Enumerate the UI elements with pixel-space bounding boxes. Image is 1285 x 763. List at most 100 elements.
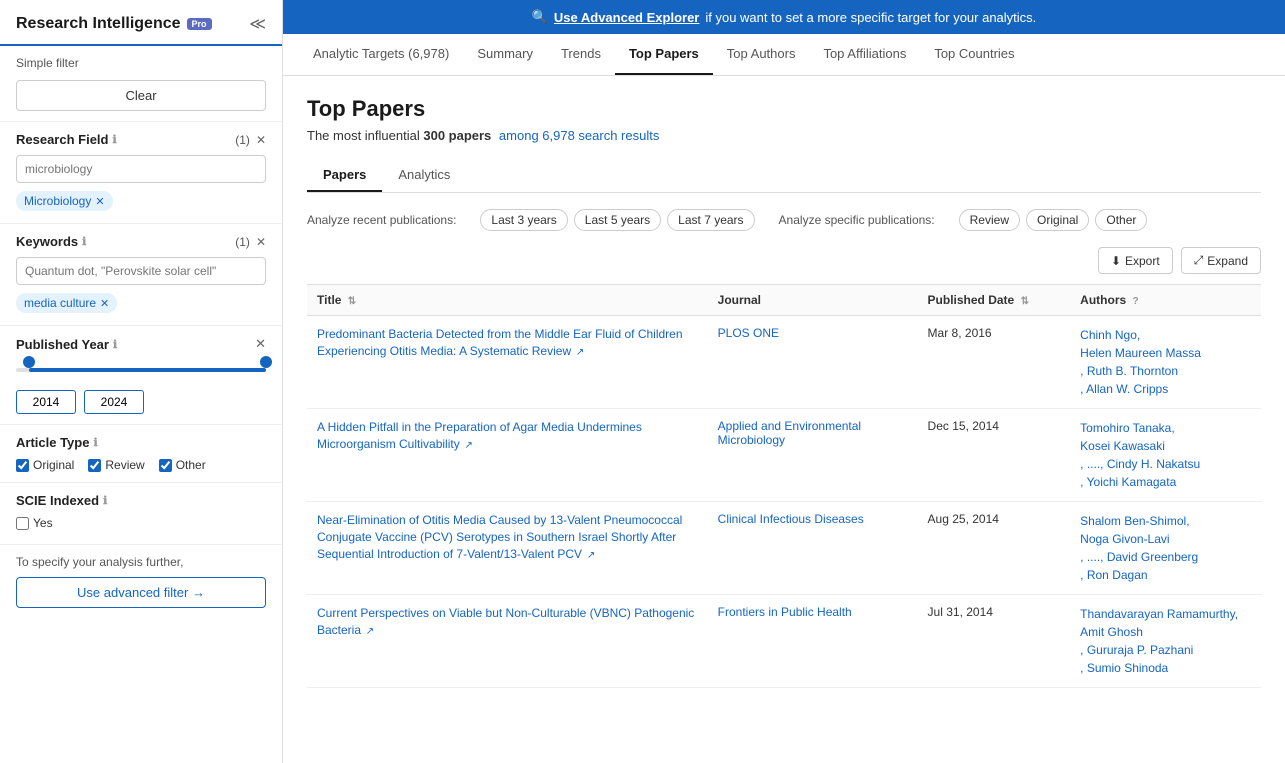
article-type-info-icon[interactable]: ℹ [93, 436, 97, 449]
author-link-1[interactable]: , ...., Cindy H. Nakatsu [1080, 455, 1251, 473]
other-checkbox-label[interactable]: Other [159, 458, 206, 472]
author-link-1[interactable]: Kosei Kawasaki [1080, 437, 1251, 455]
research-field-close-icon[interactable]: ✕ [256, 133, 266, 147]
journal-link-2[interactable]: Clinical Infectious Diseases [718, 512, 864, 526]
keywords-close-icon[interactable]: ✕ [256, 235, 266, 249]
journal-link-1[interactable]: Applied and Environmental Microbiology [718, 419, 861, 447]
tab-top-authors[interactable]: Top Authors [713, 34, 810, 75]
author-link-1[interactable]: Tomohiro Tanaka, [1080, 419, 1251, 437]
author-link-0[interactable]: Chinh Ngo, [1080, 326, 1251, 344]
author-link-2[interactable]: , ...., David Greenberg [1080, 548, 1251, 566]
media-culture-tag[interactable]: media culture ✕ [16, 293, 117, 313]
research-field-info-icon[interactable]: ℹ [113, 133, 117, 146]
clear-button[interactable]: Clear [16, 80, 266, 111]
other-checkbox[interactable] [159, 459, 172, 472]
advanced-hint: To specify your analysis further, [16, 555, 266, 569]
advanced-filter-button[interactable]: Use advanced filter → [16, 577, 266, 608]
scie-indexed-label: SCIE Indexed ℹ [16, 493, 107, 508]
tab-top-countries[interactable]: Top Countries [920, 34, 1028, 75]
research-field-tags: Microbiology ✕ [16, 189, 266, 213]
keywords-tags: media culture ✕ [16, 291, 266, 315]
keywords-count: (1) [235, 235, 250, 249]
paper-title-link-2[interactable]: Near-Elimination of Otitis Media Caused … [317, 513, 682, 561]
range-track [16, 368, 266, 372]
original-checkbox-label[interactable]: Original [16, 458, 74, 472]
pill-last-7-years[interactable]: Last 7 years [667, 209, 754, 231]
review-checkbox-label[interactable]: Review [88, 458, 144, 472]
author-link-3[interactable]: , Gururaja P. Pazhani [1080, 641, 1251, 659]
research-field-label: Research Field ℹ [16, 132, 117, 147]
author-link-2[interactable]: Noga Givon-Lavi [1080, 530, 1251, 548]
title-sort-icon[interactable]: ⇅ [348, 296, 356, 307]
year-min-input[interactable] [16, 390, 76, 414]
pill-last-3-years[interactable]: Last 3 years [480, 209, 567, 231]
sidebar-header: Research Intelligence Pro ≪ [0, 0, 282, 46]
author-link-3[interactable]: Amit Ghosh [1080, 623, 1251, 641]
col-header-date: Published Date ⇅ [918, 285, 1071, 316]
expand-button[interactable]: ⤢ Expand [1181, 247, 1261, 274]
author-link-0[interactable]: Helen Maureen Massa [1080, 344, 1251, 362]
journal-link-0[interactable]: PLOS ONE [718, 326, 779, 340]
subtitle-text: The most influential [307, 128, 420, 143]
tab-trends[interactable]: Trends [547, 34, 615, 75]
tab-analytic-targets[interactable]: Analytic Targets (6,978) [299, 34, 463, 75]
sub-tab-papers[interactable]: Papers [307, 159, 382, 192]
banner-search-icon: 🔍 [532, 9, 548, 25]
pill-other[interactable]: Other [1095, 209, 1147, 231]
range-thumb-right[interactable] [260, 356, 272, 368]
collapse-icon[interactable]: ≪ [249, 14, 266, 34]
year-range-slider[interactable] [16, 360, 266, 380]
date-sort-icon[interactable]: ⇅ [1021, 296, 1029, 307]
tab-summary[interactable]: Summary [463, 34, 547, 75]
table-header-row: Title ⇅ Journal Published Date ⇅ Authors… [307, 285, 1261, 316]
year-max-input[interactable] [84, 390, 144, 414]
sub-tab-analytics[interactable]: Analytics [382, 159, 466, 192]
published-year-info-icon[interactable]: ℹ [113, 338, 117, 351]
scie-indexed-info-icon[interactable]: ℹ [103, 494, 107, 507]
col-header-authors: Authors ? [1070, 285, 1261, 316]
research-field-input[interactable] [16, 155, 266, 183]
range-thumb-left[interactable] [23, 356, 35, 368]
pill-review[interactable]: Review [959, 209, 1020, 231]
range-fill [29, 368, 267, 372]
export-icon: ⬇ [1111, 254, 1121, 268]
export-button[interactable]: ⬇ Export [1098, 247, 1173, 274]
external-link-icon-3: ↗ [363, 626, 374, 637]
original-checkbox[interactable] [16, 459, 29, 472]
journal-link-3[interactable]: Frontiers in Public Health [718, 605, 852, 619]
recent-filter-row: Analyze recent publications: Last 3 year… [307, 209, 1261, 231]
author-link-2[interactable]: Shalom Ben-Shimol, [1080, 512, 1251, 530]
table-row: Near-Elimination of Otitis Media Caused … [307, 502, 1261, 595]
external-link-icon-2: ↗ [584, 550, 595, 561]
author-link-3[interactable]: , Sumio Shinoda [1080, 659, 1251, 677]
media-culture-tag-close[interactable]: ✕ [100, 297, 109, 310]
microbiology-tag-close[interactable]: ✕ [95, 195, 104, 208]
pill-last-5-years[interactable]: Last 5 years [574, 209, 661, 231]
author-link-3[interactable]: Thandavarayan Ramamurthy, [1080, 605, 1251, 623]
keywords-section: Keywords ℹ (1) ✕ media culture ✕ [0, 223, 282, 325]
authors-help-icon[interactable]: ? [1133, 296, 1139, 307]
tab-bar: Analytic Targets (6,978) Summary Trends … [283, 34, 1285, 76]
advanced-explorer-link[interactable]: Use Advanced Explorer [554, 10, 699, 25]
microbiology-tag[interactable]: Microbiology ✕ [16, 191, 113, 211]
recent-pills: Last 3 years Last 5 years Last 7 years [480, 209, 754, 231]
review-checkbox[interactable] [88, 459, 101, 472]
published-year-close-icon[interactable]: ✕ [255, 336, 266, 352]
specific-pills: Review Original Other [959, 209, 1148, 231]
tab-top-papers[interactable]: Top Papers [615, 34, 713, 75]
scie-yes-checkbox[interactable] [16, 517, 29, 530]
subtitle-link[interactable]: among 6,978 search results [499, 128, 659, 143]
tab-top-affiliations[interactable]: Top Affiliations [809, 34, 920, 75]
keywords-info-icon[interactable]: ℹ [82, 235, 86, 248]
article-type-header: Article Type ℹ [16, 435, 266, 450]
author-link-0[interactable]: , Ruth B. Thornton [1080, 362, 1251, 380]
paper-title-link-1[interactable]: A Hidden Pitfall in the Preparation of A… [317, 420, 642, 451]
table-row: Current Perspectives on Viable but Non-C… [307, 595, 1261, 688]
author-link-1[interactable]: , Yoichi Kamagata [1080, 473, 1251, 491]
author-link-0[interactable]: , Allan W. Cripps [1080, 380, 1251, 398]
author-link-2[interactable]: , Ron Dagan [1080, 566, 1251, 584]
keywords-input[interactable] [16, 257, 266, 285]
pill-original[interactable]: Original [1026, 209, 1089, 231]
paper-title-link-0[interactable]: Predominant Bacteria Detected from the M… [317, 327, 683, 358]
scie-yes-checkbox-label[interactable]: Yes [16, 516, 266, 530]
